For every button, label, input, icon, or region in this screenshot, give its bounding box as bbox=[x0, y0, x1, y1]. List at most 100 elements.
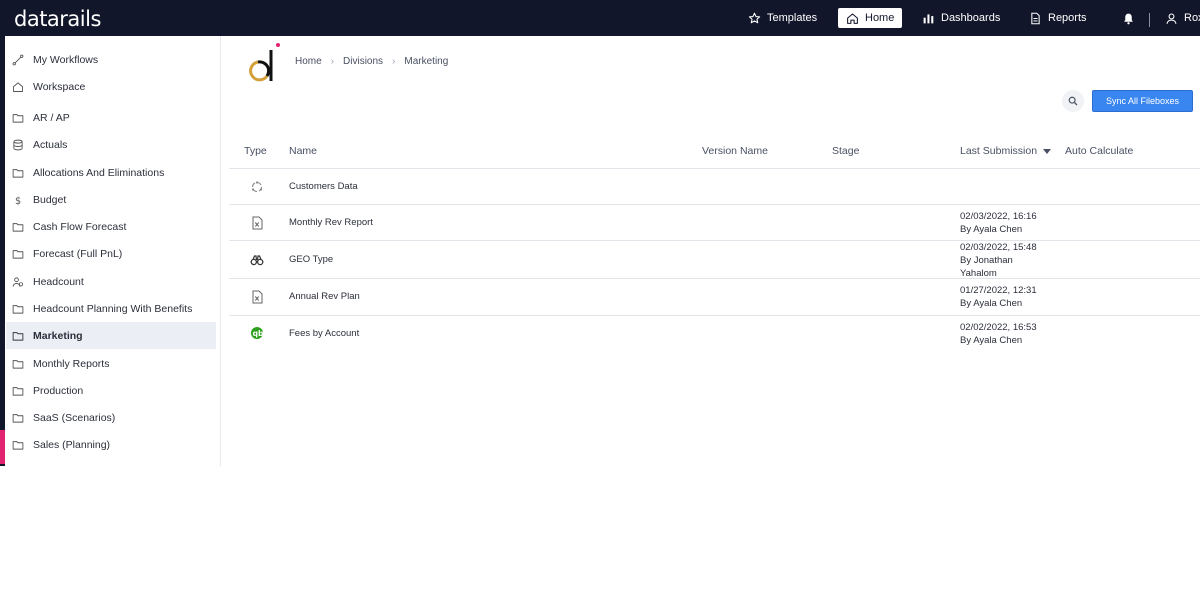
folder-icon bbox=[12, 249, 24, 259]
row-name[interactable]: GEO Type bbox=[289, 254, 333, 265]
sidebar-item-label: Budget bbox=[33, 193, 67, 206]
svg-text:qb: qb bbox=[253, 329, 264, 338]
sync-all-fileboxes-button[interactable]: Sync All Fileboxes bbox=[1092, 90, 1193, 112]
sidebar-item-label: Cash Flow Forecast bbox=[33, 220, 127, 233]
nav-home-label: Home bbox=[865, 12, 895, 24]
sidebar-item-marketing[interactable]: Marketing bbox=[6, 322, 216, 349]
breadcrumb: Home › Divisions › Marketing bbox=[295, 56, 448, 67]
column-header-last-submission-label: Last Submission bbox=[960, 145, 1038, 157]
column-header-last-submission[interactable]: Last Submission bbox=[960, 145, 1052, 157]
table-row[interactable]: Customers Data bbox=[229, 169, 1200, 205]
submission-date: 01/27/2022, 12:31 bbox=[960, 285, 1037, 296]
row-name[interactable]: Annual Rev Plan bbox=[289, 291, 360, 302]
excel-file-icon bbox=[252, 290, 263, 304]
row-last-submission: 02/03/2022, 15:48 By Jonathan Yahalom bbox=[960, 241, 1037, 280]
binoculars-icon bbox=[250, 255, 264, 266]
home-icon bbox=[13, 81, 23, 92]
nav-divider bbox=[1149, 13, 1150, 27]
folder-icon bbox=[12, 304, 24, 314]
sidebar-item-workspace[interactable]: Workspace bbox=[6, 73, 216, 100]
table-row[interactable]: Annual Rev Plan 01/27/2022, 12:31 By Aya… bbox=[229, 279, 1200, 316]
sidebar-item-headcount-planning[interactable]: Headcount Planning With Benefits bbox=[6, 295, 216, 322]
search-button[interactable] bbox=[1062, 90, 1084, 112]
notifications-button[interactable] bbox=[1114, 8, 1143, 28]
nav-home[interactable]: Home bbox=[838, 8, 903, 28]
sidebar-item-my-workflows[interactable]: My Workflows bbox=[6, 46, 216, 73]
database-icon bbox=[13, 139, 23, 150]
sidebar-item-label: Sales (Planning) bbox=[33, 438, 111, 451]
chevron-right-icon: › bbox=[392, 56, 396, 67]
nav-reports-label: Reports bbox=[1048, 12, 1087, 24]
sidebar-item-allocations[interactable]: Allocations And Eliminations bbox=[6, 159, 216, 186]
table-row[interactable]: Monthly Rev Report 02/03/2022, 16:16 By … bbox=[229, 205, 1200, 241]
nav-templates[interactable]: Templates bbox=[740, 8, 825, 28]
table-header: Type Name Version Name Stage Last Submis… bbox=[229, 140, 1200, 169]
row-name[interactable]: Customers Data bbox=[289, 181, 358, 192]
submission-user: By Jonathan bbox=[960, 255, 1013, 266]
bar-chart-icon bbox=[923, 13, 934, 23]
submission-user: By Ayala Chen bbox=[960, 335, 1023, 346]
submission-date: 02/03/2022, 16:16 bbox=[960, 211, 1037, 222]
sidebar-item-ar-ap[interactable]: AR / AP bbox=[6, 104, 216, 131]
sidebar-item-label: AR / AP bbox=[33, 111, 70, 124]
folder-icon bbox=[12, 440, 24, 450]
folder-icon bbox=[12, 168, 24, 178]
sidebar-item-sales[interactable]: Sales (Planning) bbox=[6, 431, 216, 458]
row-last-submission: 02/03/2022, 16:16 By Ayala Chen bbox=[960, 210, 1037, 236]
sidebar-item-budget[interactable]: $ Budget bbox=[6, 186, 216, 213]
column-header-version-name[interactable]: Version Name bbox=[702, 145, 768, 157]
breadcrumb-home[interactable]: Home bbox=[295, 56, 322, 67]
nav-dashboards[interactable]: Dashboards bbox=[914, 8, 1008, 28]
submission-user: By Ayala Chen bbox=[960, 298, 1023, 309]
sidebar-item-label: Marketing bbox=[33, 329, 83, 342]
breadcrumb-divisions[interactable]: Divisions bbox=[343, 56, 383, 67]
submission-user: By Ayala Chen bbox=[960, 224, 1023, 235]
table-row[interactable]: qb Fees by Account 02/02/2022, 16:53 By … bbox=[229, 316, 1200, 352]
nav-dashboards-label: Dashboards bbox=[941, 12, 1001, 24]
sidebar-item-actuals[interactable]: Actuals bbox=[6, 131, 216, 158]
datarails-brand-icon bbox=[249, 43, 280, 82]
folder-icon bbox=[12, 222, 24, 232]
sidebar-item-production[interactable]: Production bbox=[6, 377, 216, 404]
top-navbar: datarails Templates Home Dashboards Repo… bbox=[0, 0, 1200, 36]
sidebar-item-label: SaaS (Scenarios) bbox=[33, 411, 116, 424]
row-name[interactable]: Fees by Account bbox=[289, 328, 359, 339]
search-icon bbox=[1068, 96, 1078, 106]
quickbooks-icon: qb bbox=[251, 327, 264, 339]
sidebar-item-headcount[interactable]: Headcount bbox=[6, 268, 216, 295]
sidebar-item-cash-flow-forecast[interactable]: Cash Flow Forecast bbox=[6, 213, 216, 240]
sidebar-item-label: Workspace bbox=[33, 80, 86, 93]
workflow-icon bbox=[12, 54, 24, 65]
datarails-logo[interactable]: datarails bbox=[14, 7, 101, 31]
folder-icon bbox=[12, 413, 24, 423]
sidebar-item-label: Production bbox=[33, 384, 84, 397]
document-icon bbox=[1031, 12, 1040, 24]
bell-icon bbox=[1124, 13, 1133, 24]
row-last-submission: 01/27/2022, 12:31 By Ayala Chen bbox=[960, 284, 1037, 310]
breadcrumb-marketing: Marketing bbox=[404, 56, 449, 67]
svg-text:$: $ bbox=[15, 195, 21, 205]
user-name: Roxa bbox=[1184, 12, 1200, 24]
sidebar-item-monthly-reports[interactable]: Monthly Reports bbox=[6, 350, 216, 377]
cycle-icon bbox=[251, 181, 263, 193]
people-icon bbox=[12, 276, 24, 287]
sidebar-item-label: My Workflows bbox=[33, 53, 99, 66]
user-menu[interactable]: Roxa bbox=[1157, 8, 1200, 28]
sidebar-item-forecast[interactable]: Forecast (Full PnL) bbox=[6, 240, 216, 267]
column-header-name[interactable]: Name bbox=[289, 145, 317, 157]
column-header-auto-calculate[interactable]: Auto Calculate bbox=[1065, 145, 1133, 157]
row-name[interactable]: Monthly Rev Report bbox=[289, 217, 373, 228]
nav-reports[interactable]: Reports bbox=[1021, 8, 1095, 28]
column-header-stage[interactable]: Stage bbox=[832, 145, 859, 157]
chevron-right-icon: › bbox=[330, 56, 335, 67]
submission-date: 02/02/2022, 16:53 bbox=[960, 322, 1037, 333]
sidebar-item-label: Headcount Planning With Benefits bbox=[33, 302, 193, 315]
column-header-type[interactable]: Type bbox=[244, 145, 267, 157]
sidebar-item-label: Allocations And Eliminations bbox=[33, 166, 165, 179]
sidebar-item-saas[interactable]: SaaS (Scenarios) bbox=[6, 404, 216, 431]
sort-desc-icon[interactable] bbox=[1043, 148, 1052, 154]
sidebar-item-label: Monthly Reports bbox=[33, 357, 110, 370]
folder-icon bbox=[12, 386, 24, 396]
excel-file-icon bbox=[252, 216, 263, 230]
table-row[interactable]: GEO Type 02/03/2022, 15:48 By Jonathan Y… bbox=[229, 241, 1200, 279]
